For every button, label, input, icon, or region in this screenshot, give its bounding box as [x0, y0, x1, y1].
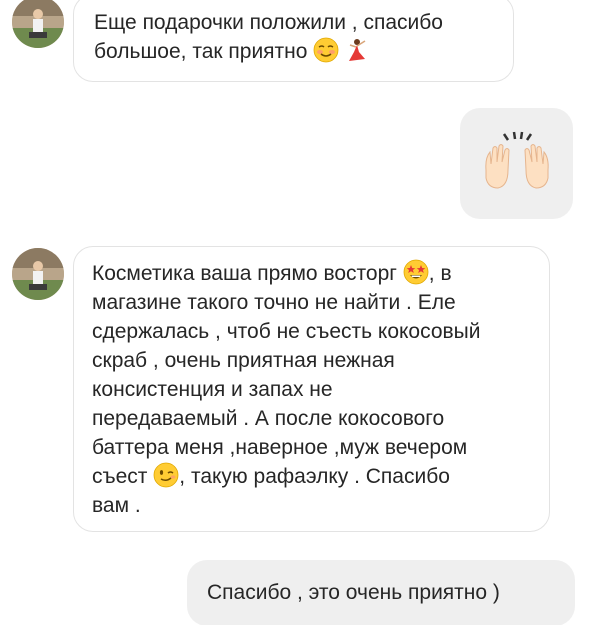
incoming-message[interactable]: Еще подарочки положили , спасибо большое…	[73, 0, 514, 82]
outgoing-message[interactable]	[460, 108, 573, 219]
message-text-line: Косметика ваша прямо восторг	[92, 262, 397, 285]
message-text: Спасибо , это очень приятно )	[207, 581, 500, 604]
dancer-emoji-icon	[345, 37, 371, 63]
message-text-line: съест	[92, 465, 148, 488]
sender-avatar[interactable]	[12, 248, 64, 300]
message-text-line: большое, так приятно	[94, 40, 308, 63]
incoming-message[interactable]: Косметика ваша прямо восторг , в магазин…	[73, 246, 550, 532]
message-text-line: , такую рафаэлку . Спасибо	[179, 465, 450, 488]
smiling-blush-emoji-icon	[313, 37, 339, 63]
message-text-line: сдержалась , чтоб не съесть кокосовый	[92, 320, 481, 343]
message-text-line: баттера меня ,наверное ,муж вечером	[92, 436, 468, 459]
winking-emoji-icon	[153, 462, 179, 488]
message-text-line: , в	[428, 262, 452, 285]
outgoing-message[interactable]: Спасибо , это очень приятно )	[187, 560, 575, 625]
chat-thread: Еще подарочки положили , спасибо большое…	[0, 0, 600, 625]
message-text-line: Еще подарочки положили , спасибо	[94, 11, 443, 34]
message-text-line: передаваемый . А после кокосового	[92, 407, 445, 430]
message-text-line: консистенция и запах не	[92, 378, 333, 401]
sender-avatar[interactable]	[12, 0, 64, 48]
message-text-line: вам .	[92, 494, 141, 517]
raising-hands-emoji-icon	[482, 130, 552, 200]
star-struck-emoji-icon	[403, 259, 429, 285]
message-text-line: магазине такого точно не найти . Еле	[92, 291, 456, 314]
message-text-line: скраб , очень приятная нежная	[92, 349, 395, 372]
